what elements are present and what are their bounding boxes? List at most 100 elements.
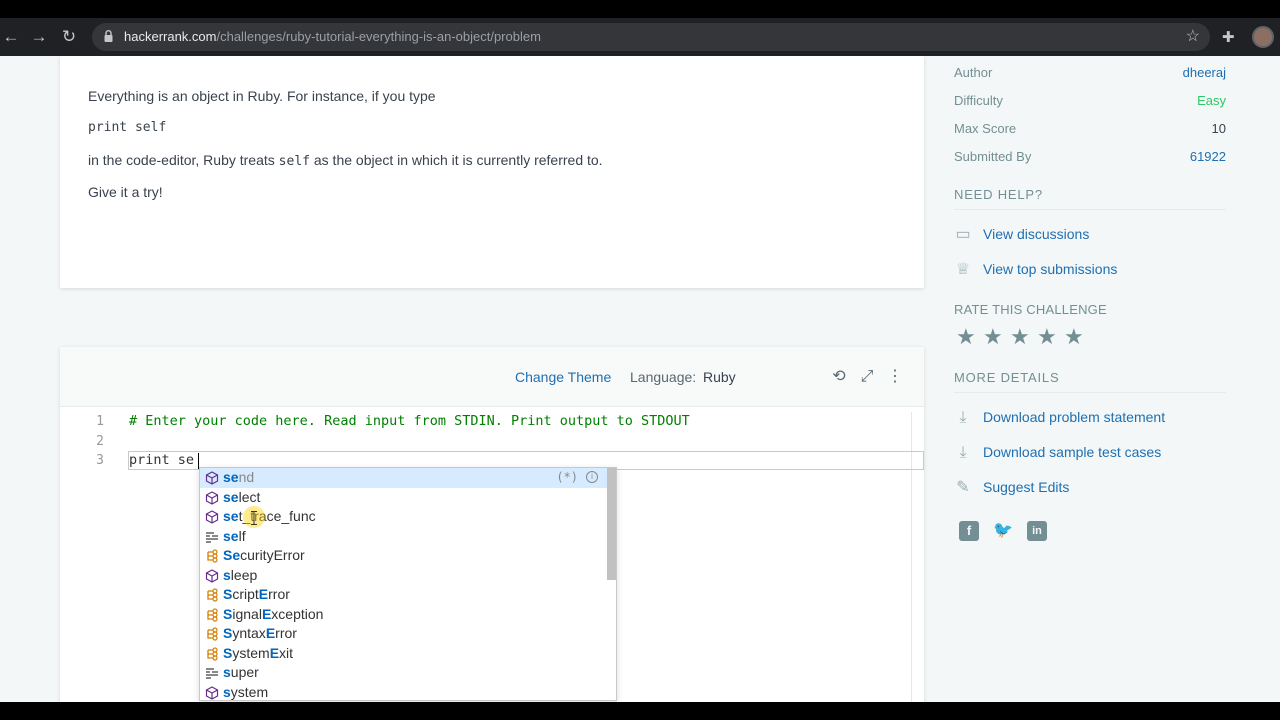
suggestion-item[interactable]: sleep (200, 566, 608, 586)
rating-star-icon[interactable]: ★ (983, 326, 1005, 348)
suggestion-match: E (261, 605, 272, 622)
suggestion-rest: lect (238, 488, 261, 505)
suggestion-match: se (223, 527, 239, 544)
fullscreen-icon[interactable]: ⤢ (857, 367, 877, 387)
suggestion-rest: yntaxError (232, 625, 297, 641)
code-editor[interactable]: 1 # Enter your code here. Read input fro… (60, 407, 924, 702)
url-text: hackerrank.com/challenges/ruby-tutorial-… (124, 29, 541, 44)
lock-icon (104, 30, 113, 42)
page-content: Everything is an object in Ruby. For ins… (0, 56, 1280, 702)
suggestion-label: select (223, 489, 260, 505)
suggestion-label: SignalException (223, 606, 323, 622)
suggestion-match: S (223, 644, 233, 661)
suggestion-item[interactable]: select (200, 488, 608, 508)
max-score-value: 10 (1211, 121, 1226, 136)
detail-key: Author (954, 65, 993, 80)
line-number: 2 (96, 434, 104, 449)
restore-history-icon[interactable]: ⟲ (829, 367, 849, 387)
more-options-icon[interactable]: ⋮ (885, 367, 905, 387)
rating-star-icon[interactable]: ★ (1064, 326, 1086, 348)
screen-bottom-bar (0, 702, 1280, 720)
language-select[interactable]: Ruby (703, 369, 736, 385)
suggestion-match: se (223, 469, 239, 485)
facebook-icon[interactable]: f (959, 521, 979, 541)
suggestion-match: se (223, 508, 239, 524)
suggestion-detail: (*) (556, 470, 578, 484)
inline-code-self: self (278, 154, 310, 169)
link-label: Download problem statement (983, 409, 1166, 425)
screen-top-bar (0, 0, 1280, 18)
class-icon (205, 588, 219, 602)
line-number: 3 (96, 453, 104, 468)
suggestion-item[interactable]: system (200, 683, 608, 701)
bookmark-star-icon[interactable]: ☆ (1186, 26, 1200, 46)
profile-avatar[interactable] (1252, 26, 1274, 48)
suggestion-label: set_trace_func (223, 508, 316, 524)
problem-text-line-4: Give it a try! (88, 184, 163, 200)
author-link[interactable]: dheeraj (1183, 65, 1226, 80)
reload-icon[interactable]: ↻ (58, 26, 80, 48)
change-theme-link[interactable]: Change Theme (515, 369, 611, 385)
suggestion-rest: curityError (240, 547, 305, 563)
ibeam-cursor-icon (251, 511, 257, 525)
link-label: View discussions (983, 226, 1090, 242)
problem-text-line-3-pre: in the code-editor, Ruby treats (88, 152, 279, 168)
download-icon: ⤓ (959, 409, 967, 426)
suggestion-match: S (223, 605, 233, 622)
linkedin-icon[interactable]: in (1027, 521, 1047, 541)
editor-header: Change Theme Language: Ruby ⟲ ⤢ ⋮ (60, 347, 924, 407)
download-icon: ⤓ (959, 444, 967, 461)
divider (954, 209, 1226, 210)
browser-toolbar: ← → ↻ hackerrank.com/challenges/ruby-tut… (0, 18, 1280, 56)
class-icon (205, 549, 219, 563)
code-line: # Enter your code here. Read input from … (129, 413, 690, 429)
suggestion-item[interactable]: super (200, 663, 608, 683)
rate-challenge-title: RATE THIS CHALLENGE (954, 302, 1107, 317)
suggestion-label: self (223, 528, 246, 544)
twitter-icon[interactable]: 🐦 (993, 521, 1013, 541)
address-bar[interactable]: hackerrank.com/challenges/ruby-tutorial-… (92, 23, 1210, 51)
autocomplete-suggestions[interactable]: system super SystemExit SyntaxError SignalEx… (199, 467, 617, 701)
problem-statement-card: Everything is an object in Ruby. For ins… (60, 56, 924, 288)
suggestion-rest: ystemExit (232, 644, 294, 661)
suggestion-label: SystemExit (223, 645, 293, 661)
suggestion-match: Se (223, 547, 241, 563)
divider (954, 392, 1226, 393)
line-number: 1 (96, 414, 104, 429)
pencil-icon: ✎ (956, 479, 970, 496)
code-editor-card: Change Theme Language: Ruby ⟲ ⤢ ⋮ 1 # En… (60, 347, 924, 702)
problem-text-line-3: in the code-editor, Ruby treats self as … (88, 152, 603, 169)
suggestion-item[interactable]: SystemExit (200, 644, 608, 664)
suggestion-item[interactable]: send (*) i (200, 468, 608, 488)
suggestions-scrollbar[interactable] (607, 468, 616, 580)
rating-star-icon[interactable]: ★ (1037, 326, 1059, 348)
problem-text-line-1: Everything is an object in Ruby. For ins… (88, 88, 436, 104)
suggestion-match: S (223, 625, 233, 641)
detail-key: Max Score (954, 121, 1017, 136)
suggestion-rest: nd (238, 469, 255, 485)
rating-star-icon[interactable]: ★ (1010, 326, 1032, 348)
suggestion-match: s (223, 664, 231, 680)
suggestion-item[interactable]: SignalException (200, 605, 608, 625)
rating-star-icon[interactable]: ★ (956, 326, 978, 348)
suggestion-item[interactable]: ScriptError (200, 585, 608, 605)
info-icon[interactable]: i (586, 471, 598, 483)
extensions-puzzle-icon[interactable]: ✚ (1222, 28, 1235, 46)
method-cube-icon (205, 685, 219, 700)
suggestion-label: SecurityError (223, 547, 305, 563)
forward-icon[interactable]: → (28, 26, 50, 48)
suggestion-item[interactable]: SyntaxError (200, 624, 608, 644)
submitted-by-link[interactable]: 61922 (1190, 149, 1226, 164)
class-icon (205, 627, 219, 641)
suggestion-rest: criptError (232, 586, 290, 602)
code-line: print se (129, 452, 195, 468)
class-icon (205, 607, 219, 622)
method-cube-icon (205, 490, 219, 505)
keyword-icon (205, 530, 219, 544)
suggestion-label: system (223, 684, 268, 700)
problem-code-example: print self (88, 120, 167, 135)
suggestion-item[interactable]: SecurityError (200, 546, 608, 566)
method-cube-icon (205, 568, 219, 583)
back-icon[interactable]: ← (0, 26, 22, 48)
suggestion-item[interactable]: self (200, 527, 608, 547)
